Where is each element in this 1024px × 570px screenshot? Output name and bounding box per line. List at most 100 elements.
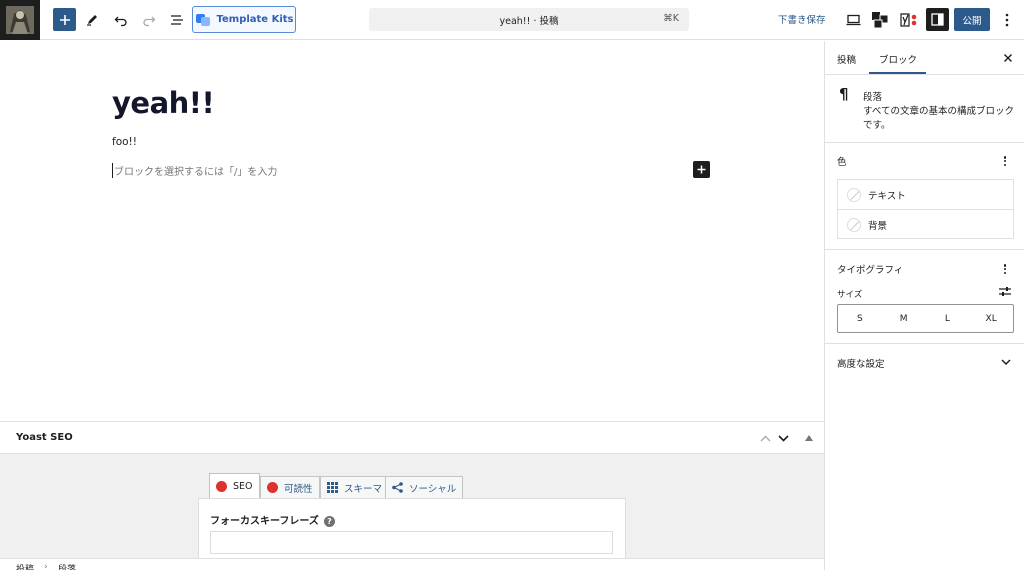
pencil-icon bbox=[87, 15, 97, 26]
undo-button[interactable] bbox=[109, 8, 133, 32]
save-draft-button[interactable]: 下書き保存 bbox=[778, 12, 826, 26]
redo-icon bbox=[143, 16, 156, 27]
yoast-metabox-header[interactable]: Yoast SEO bbox=[0, 421, 824, 454]
breadcrumb-item-paragraph[interactable]: 段落 bbox=[58, 562, 76, 570]
block-inserter-button[interactable] bbox=[53, 8, 76, 31]
site-logo-icon bbox=[0, 0, 40, 40]
empty-swatch-icon bbox=[847, 217, 861, 232]
post-title[interactable]: yeah!! bbox=[112, 86, 215, 120]
size-option-l[interactable]: L bbox=[926, 305, 970, 332]
default-block-appender[interactable]: ブロックを選択するには「/」を入力 bbox=[112, 163, 277, 178]
undo-icon bbox=[114, 16, 127, 27]
paragraph-icon: ¶ bbox=[839, 85, 849, 103]
dot-icon bbox=[1003, 267, 1007, 271]
dot-icon bbox=[1003, 271, 1007, 274]
sad-face-icon bbox=[216, 480, 227, 492]
active-tab-indicator bbox=[869, 72, 926, 74]
help-icon[interactable]: ? bbox=[323, 515, 335, 527]
yoast-tab-schema[interactable]: スキーマ bbox=[320, 476, 390, 499]
yoast-tab-readability-label: 可読性 bbox=[284, 483, 313, 495]
more-vertical-icon bbox=[1005, 13, 1009, 27]
list-view-icon bbox=[171, 15, 183, 25]
command-palette-button[interactable]: yeah!! · 投稿 ⌘K bbox=[369, 8, 689, 31]
options-menu-button[interactable] bbox=[995, 8, 1019, 32]
template-kits-icon bbox=[195, 13, 210, 26]
block-name: 段落 bbox=[863, 92, 883, 103]
share-icon bbox=[392, 482, 403, 493]
dot-icon bbox=[1003, 159, 1007, 163]
size-option-xl[interactable]: XL bbox=[969, 305, 1013, 332]
keyboard-shortcut: ⌘K bbox=[663, 13, 679, 24]
typography-options-button[interactable] bbox=[1001, 262, 1009, 276]
template-kit-plugin-button[interactable] bbox=[868, 8, 892, 32]
focus-keyphrase-input[interactable] bbox=[210, 531, 613, 554]
desktop-preview-icon bbox=[846, 14, 860, 26]
yoast-seo-panel: フォーカスキーフレーズ? bbox=[198, 498, 626, 558]
breadcrumb-item-post[interactable]: 投稿 bbox=[16, 562, 34, 570]
document-title: yeah!! · 投稿 bbox=[499, 15, 559, 27]
preview-button[interactable] bbox=[841, 8, 865, 32]
tab-post[interactable]: 投稿 bbox=[837, 52, 856, 66]
sad-face-icon bbox=[267, 482, 278, 493]
size-option-m[interactable]: M bbox=[882, 305, 926, 332]
template-kits-button[interactable]: Template Kits bbox=[192, 6, 296, 33]
publish-button[interactable]: 公開 bbox=[954, 8, 990, 31]
custom-size-icon[interactable] bbox=[999, 286, 1011, 297]
color-settings: テキスト 背景 bbox=[837, 179, 1014, 239]
redo-button[interactable] bbox=[137, 8, 161, 32]
yoast-metabox-title: Yoast SEO bbox=[16, 432, 73, 443]
empty-swatch-icon bbox=[847, 187, 861, 202]
dot-icon bbox=[1003, 264, 1007, 267]
yoast-tab-social[interactable]: ソーシャル bbox=[385, 476, 464, 499]
focus-keyphrase-heading: フォーカスキーフレーズ? bbox=[210, 512, 335, 527]
font-size-picker: S M L XL bbox=[837, 304, 1014, 333]
template-kits-label: Template Kits bbox=[216, 14, 294, 25]
divider bbox=[825, 343, 1024, 344]
yoast-toolbar-button[interactable] bbox=[896, 8, 920, 32]
grid-icon bbox=[327, 482, 338, 493]
color-background-item[interactable]: 背景 bbox=[838, 210, 1013, 239]
tools-button[interactable] bbox=[80, 8, 104, 32]
color-text-label: テキスト bbox=[868, 190, 906, 202]
color-text-item[interactable]: テキスト bbox=[838, 180, 1013, 209]
yoast-tab-social-label: ソーシャル bbox=[409, 483, 457, 495]
block-description: すべての文章の基本の構成ブロックです。 bbox=[863, 106, 1014, 131]
block-breadcrumb: 投稿 › 段落 bbox=[0, 558, 824, 570]
tab-block[interactable]: ブロック bbox=[879, 52, 917, 66]
document-overview-button[interactable] bbox=[165, 8, 189, 32]
breadcrumb-separator: › bbox=[44, 562, 48, 570]
editor-canvas: yeah!! foo!! ブロックを選択するには「/」を入力 bbox=[0, 41, 824, 421]
paragraph-block[interactable]: foo!! bbox=[112, 136, 137, 148]
yoast-tab-seo[interactable]: SEO bbox=[209, 473, 260, 499]
triangle-up-icon[interactable] bbox=[805, 435, 813, 441]
chevron-down-icon[interactable] bbox=[778, 435, 789, 442]
plus-icon bbox=[697, 165, 706, 174]
advanced-panel-toggle[interactable]: 高度な設定 bbox=[837, 356, 885, 370]
sidebar-tabs: 投稿 ブロック bbox=[825, 41, 1024, 75]
close-icon[interactable] bbox=[1001, 51, 1015, 65]
kit-blocks-icon bbox=[872, 12, 889, 29]
settings-sidebar-toggle[interactable] bbox=[926, 8, 949, 31]
dot-icon bbox=[1003, 156, 1007, 159]
sidebar-icon bbox=[931, 13, 944, 26]
block-card: ¶ 段落 すべての文章の基本の構成ブロックです。 bbox=[825, 75, 1024, 143]
plus-icon bbox=[59, 14, 70, 25]
chevron-down-icon[interactable] bbox=[1001, 359, 1011, 366]
color-background-label: 背景 bbox=[868, 220, 888, 232]
size-option-s[interactable]: S bbox=[838, 305, 882, 332]
font-size-label: サイズ bbox=[837, 290, 863, 300]
add-block-button[interactable] bbox=[693, 161, 710, 178]
editor-toolbar: Template Kits yeah!! · 投稿 ⌘K 下書き保存 公開 bbox=[0, 0, 1024, 40]
chevron-up-icon[interactable] bbox=[760, 435, 771, 442]
divider bbox=[825, 249, 1024, 250]
yoast-logo-icon bbox=[900, 13, 917, 27]
yoast-tab-readability[interactable]: 可読性 bbox=[260, 476, 320, 499]
focus-keyphrase-label: フォーカスキーフレーズ bbox=[210, 516, 319, 527]
dot-icon bbox=[1003, 163, 1007, 166]
color-options-button[interactable] bbox=[1001, 154, 1009, 168]
yoast-tab-schema-label: スキーマ bbox=[344, 483, 383, 495]
site-icon[interactable] bbox=[0, 0, 40, 40]
yoast-tab-seo-label: SEO bbox=[233, 480, 253, 492]
typography-panel-title: タイポグラフィ bbox=[837, 265, 904, 276]
color-panel-title: 色 bbox=[837, 157, 847, 168]
